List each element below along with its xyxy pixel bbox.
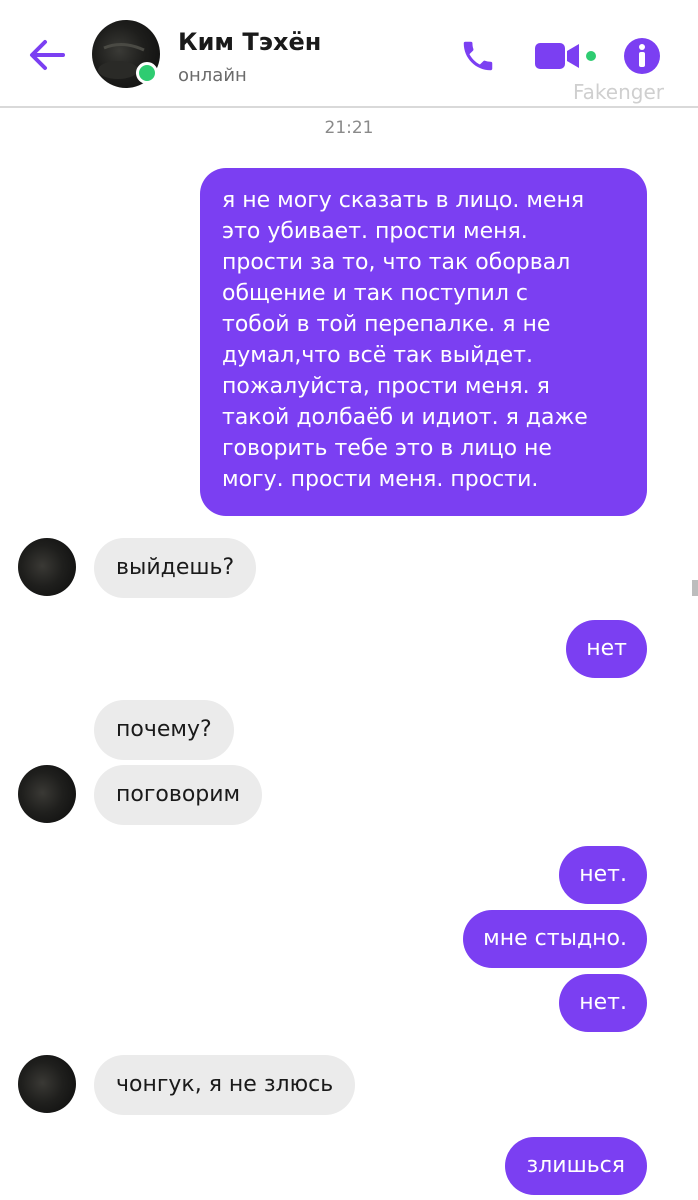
message-line: такой долбаёб и идиот. я даже: [222, 405, 588, 430]
message-timestamp: 21:21: [324, 118, 374, 138]
back-arrow-icon: [30, 40, 65, 70]
header-divider: [0, 106, 698, 108]
message-bubble-outgoing[interactable]: нет: [566, 620, 647, 678]
message-bubble-incoming[interactable]: чонгук, я не злюсь: [94, 1055, 356, 1115]
back-button[interactable]: [22, 30, 72, 80]
contact-avatar-small[interactable]: [18, 1055, 76, 1113]
message-line: пожалуйста, прости меня. я: [222, 374, 550, 399]
message-bubble-outgoing[interactable]: нет.: [559, 974, 647, 1032]
contact-avatar[interactable]: [92, 20, 160, 88]
video-camera-icon: [535, 43, 596, 69]
message-bubble-incoming[interactable]: поговорим: [94, 765, 263, 825]
message-line: я не могу сказать в лицо. меня: [222, 188, 585, 213]
message-bubble-outgoing[interactable]: нет.: [559, 846, 647, 904]
video-call-button[interactable]: [530, 34, 600, 78]
chat-header: Ким Тэхён онлайн Fakenger: [0, 0, 698, 108]
contact-name[interactable]: Ким Тэхён: [178, 28, 321, 56]
online-indicator: [136, 62, 158, 84]
contact-avatar-small[interactable]: [18, 538, 76, 596]
watermark: Fakenger: [573, 80, 664, 104]
message-bubble-incoming[interactable]: выйдешь?: [94, 538, 257, 598]
message-line: прости за то, что так оборвал: [222, 250, 571, 275]
info-button[interactable]: [620, 34, 664, 78]
message-line: это убивает. прости меня.: [222, 219, 528, 244]
message-line: общение и так поступил с: [222, 281, 528, 306]
message-bubble-incoming[interactable]: почему?: [94, 700, 234, 760]
phone-icon: [463, 41, 493, 71]
message-line: думал,что всё так выйдет.: [222, 343, 533, 368]
message-line: тобой в той перепалке. я не: [222, 312, 551, 337]
message-bubble-outgoing[interactable]: мне стыдно.: [463, 910, 647, 968]
message-bubble-outgoing[interactable]: я не могу сказать в лицо. меня это убива…: [200, 168, 647, 516]
scrollbar-thumb[interactable]: [692, 580, 698, 596]
call-button[interactable]: [454, 34, 502, 78]
message-line: говорить тебе это в лицо не: [222, 436, 552, 461]
message-bubble-outgoing[interactable]: злишься: [504, 1137, 647, 1195]
contact-avatar-small[interactable]: [18, 765, 76, 823]
contact-status: онлайн: [178, 65, 247, 86]
message-line: могу. прости меня. прости.: [222, 467, 539, 492]
info-icon: [624, 38, 660, 74]
